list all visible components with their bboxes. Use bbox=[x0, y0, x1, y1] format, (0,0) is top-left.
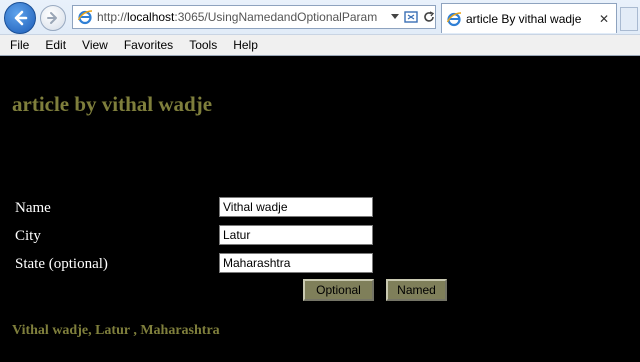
url-prefix: http:// bbox=[97, 10, 128, 24]
optional-button[interactable]: Optional bbox=[303, 279, 374, 301]
city-label: City bbox=[15, 228, 41, 244]
url-path: :3065/UsingNamedandOptionalParam bbox=[174, 10, 378, 24]
menu-tools[interactable]: Tools bbox=[181, 38, 225, 52]
tab-title: article By vithal wadje bbox=[466, 11, 582, 26]
compat-view-icon[interactable] bbox=[404, 11, 418, 23]
dropdown-icon[interactable] bbox=[391, 14, 399, 20]
browser-tab-active[interactable]: article By vithal wadje ✕ bbox=[441, 3, 617, 33]
forward-button[interactable] bbox=[40, 5, 66, 31]
ie-tab-icon bbox=[446, 11, 462, 27]
new-tab-button[interactable] bbox=[620, 7, 638, 31]
state-label: State (optional) bbox=[15, 256, 108, 272]
menu-file[interactable]: File bbox=[0, 38, 37, 52]
ie-page-icon bbox=[77, 9, 93, 25]
browser-chrome: http://localhost:3065/UsingNamedandOptio… bbox=[0, 0, 640, 56]
back-button[interactable] bbox=[4, 2, 36, 34]
chrome-divider bbox=[0, 55, 640, 56]
menu-favorites[interactable]: Favorites bbox=[116, 38, 181, 52]
url-host: localhost bbox=[127, 10, 175, 24]
close-icon[interactable]: ✕ bbox=[596, 12, 612, 26]
back-arrow-icon bbox=[14, 10, 28, 26]
name-label: Name bbox=[15, 200, 51, 216]
menu-bar: File Edit View Favorites Tools Help bbox=[0, 34, 640, 55]
forward-arrow-icon bbox=[47, 12, 57, 24]
city-input[interactable] bbox=[219, 225, 373, 245]
refresh-icon[interactable] bbox=[423, 11, 435, 23]
named-button[interactable]: Named bbox=[386, 279, 447, 301]
page-title: article by vithal wadje bbox=[12, 92, 213, 116]
url-text[interactable]: http://localhost:3065/UsingNamedandOptio… bbox=[97, 10, 389, 24]
state-input[interactable] bbox=[219, 253, 373, 273]
menu-view[interactable]: View bbox=[74, 38, 116, 52]
menu-help[interactable]: Help bbox=[225, 38, 266, 52]
page-content: article by vithal wadje Name City State … bbox=[2, 57, 640, 362]
menu-edit[interactable]: Edit bbox=[37, 38, 74, 52]
name-input[interactable] bbox=[219, 197, 373, 217]
address-bar[interactable]: http://localhost:3065/UsingNamedandOptio… bbox=[72, 5, 436, 29]
result-text: Vithal wadje, Latur , Maharashtra bbox=[12, 323, 220, 338]
